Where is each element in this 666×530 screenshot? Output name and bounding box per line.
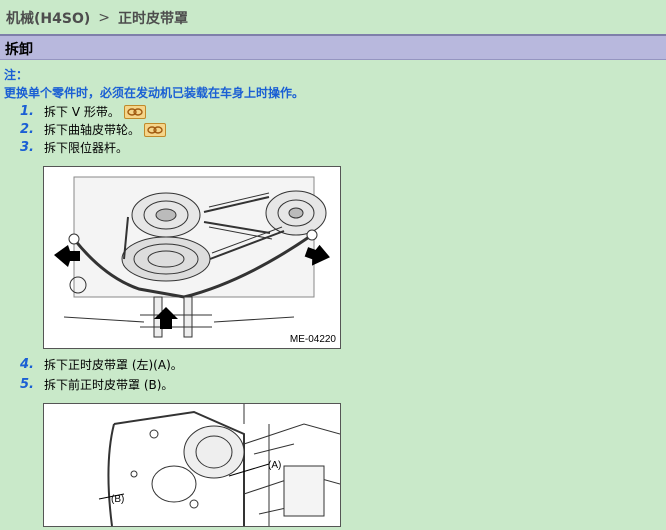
chain-link-icon[interactable]: [144, 122, 167, 137]
breadcrumb-current: 正时皮带罩: [117, 11, 188, 27]
figure-code: ME-04220: [289, 334, 336, 345]
chain-link-icon[interactable]: [123, 104, 146, 119]
breadcrumb: 机械(H4SO) > 正时皮带罩: [6, 7, 188, 29]
engine-belt-illustration: [54, 176, 330, 338]
figure-timing-cover: (A) (B): [43, 403, 341, 527]
step-text: 拆下限位器杆。: [44, 141, 129, 155]
callout-a: (A): [268, 460, 282, 471]
step-number: 1.: [20, 104, 34, 119]
timing-cover-illustration: [98, 404, 341, 527]
step-text: 拆下前正时皮带罩 (B)。: [44, 378, 174, 392]
step-number: 4.: [20, 357, 34, 372]
step-text: 拆下正时皮带罩 (左)(A)。: [44, 358, 183, 372]
step-number: 3.: [20, 140, 34, 155]
breadcrumb-separator: >: [98, 10, 110, 26]
section-header: 拆卸: [0, 34, 666, 60]
callout-b: (B): [111, 494, 125, 505]
step-1: 1. 拆下 V 形带。: [20, 103, 146, 120]
note-text: 更换单个零件时，必须在发动机已装载在车身上时操作。: [4, 86, 305, 100]
step-number: 2.: [20, 122, 34, 137]
step-4: 4. 拆下正时皮带罩 (左)(A)。: [20, 356, 183, 373]
note-label: 注：: [4, 68, 29, 82]
step-5: 5. 拆下前正时皮带罩 (B)。: [20, 376, 173, 393]
step-number: 5.: [20, 377, 34, 392]
step-text: 拆下曲轴皮带轮。: [44, 123, 141, 137]
step-2: 2. 拆下曲轴皮带轮。: [20, 121, 167, 138]
section-title: 拆卸: [5, 42, 33, 58]
breadcrumb-parent[interactable]: 机械(H4SO): [6, 8, 90, 28]
step-3: 3. 拆下限位器杆。: [20, 139, 128, 156]
figure-engine-belt: ME-04220: [43, 166, 341, 349]
step-text: 拆下 V 形带。: [44, 105, 120, 119]
